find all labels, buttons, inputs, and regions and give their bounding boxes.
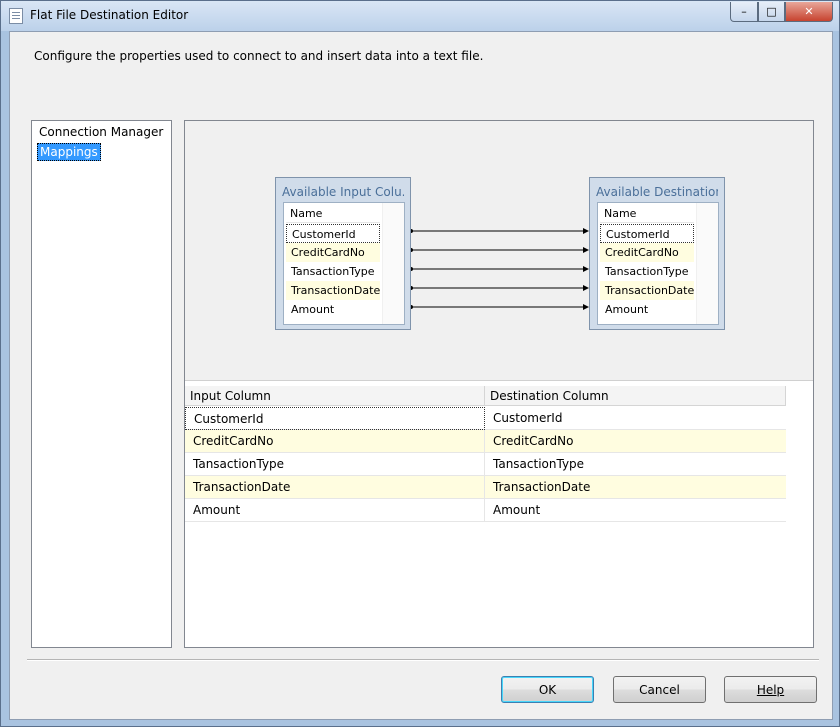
destination-column-item[interactable]: Amount: [600, 300, 694, 319]
input-column-item[interactable]: TransactionDate: [286, 281, 380, 300]
destination-column-item[interactable]: CreditCardNo: [600, 243, 694, 262]
input-box-title: Available Input Colu...: [282, 185, 404, 199]
input-column-item[interactable]: CustomerId: [286, 224, 380, 243]
available-input-columns-box[interactable]: Available Input Colu... Name CustomerId …: [275, 177, 411, 330]
destination-column-item[interactable]: TransactionDate: [600, 281, 694, 300]
help-button[interactable]: Help: [724, 676, 817, 703]
dest-list-scrollbar[interactable]: [696, 203, 718, 324]
mapping-row[interactable]: TansactionType TansactionType: [185, 453, 786, 476]
available-destination-columns-box[interactable]: Available Destination... Name CustomerId…: [589, 177, 725, 330]
destination-column-cell[interactable]: CreditCardNo: [485, 430, 786, 453]
input-column-item[interactable]: CreditCardNo: [286, 243, 380, 262]
dialog-body: Configure the properties used to connect…: [9, 31, 833, 720]
help-button-label: Help: [757, 683, 784, 697]
maximize-icon: □: [766, 5, 776, 18]
document-icon: [9, 8, 23, 24]
nav-item-mappings[interactable]: Mappings: [37, 143, 101, 161]
mapping-diagram[interactable]: Available Input Colu... Name CustomerId …: [185, 121, 813, 381]
ok-button[interactable]: OK: [501, 676, 594, 703]
dest-box-title: Available Destination...: [596, 185, 718, 199]
destination-column-header[interactable]: Destination Column: [485, 386, 786, 406]
title-bar[interactable]: Flat File Destination Editor – □ ✕: [1, 1, 839, 31]
minimize-button[interactable]: –: [730, 2, 758, 22]
description-text: Configure the properties used to connect…: [34, 49, 483, 63]
input-column-header[interactable]: Input Column: [185, 386, 485, 406]
mapping-row[interactable]: CreditCardNo CreditCardNo: [185, 430, 786, 453]
input-column-item[interactable]: TansactionType: [286, 262, 380, 281]
destination-column-cell[interactable]: CustomerId: [485, 407, 786, 430]
input-column-cell[interactable]: TransactionDate: [185, 476, 485, 499]
close-icon: ✕: [804, 5, 813, 18]
input-column-cell[interactable]: CustomerId: [185, 407, 485, 430]
page-navigation-list[interactable]: Connection Manager Mappings: [31, 120, 172, 648]
mappings-panel: Available Input Colu... Name CustomerId …: [184, 120, 814, 648]
maximize-button[interactable]: □: [758, 2, 785, 22]
mapping-row[interactable]: TransactionDate TransactionDate: [185, 476, 786, 499]
destination-column-item[interactable]: TansactionType: [600, 262, 694, 281]
destination-column-cell[interactable]: Amount: [485, 499, 786, 522]
input-column-item[interactable]: Amount: [286, 300, 380, 319]
destination-column-item[interactable]: CustomerId: [600, 224, 694, 243]
nav-item-connection-manager[interactable]: Connection Manager: [37, 124, 165, 140]
dialog-window: Flat File Destination Editor – □ ✕ Confi…: [0, 0, 840, 727]
input-list-header: Name: [286, 205, 380, 223]
input-column-cell[interactable]: Amount: [185, 499, 485, 522]
mapping-grid[interactable]: Input Column Destination Column Customer…: [185, 386, 813, 648]
destination-column-cell[interactable]: TansactionType: [485, 453, 786, 476]
input-column-cell[interactable]: TansactionType: [185, 453, 485, 476]
minimize-icon: –: [741, 5, 747, 18]
dest-list-header: Name: [600, 205, 694, 223]
cancel-button-label: Cancel: [639, 683, 680, 697]
input-column-cell[interactable]: CreditCardNo: [185, 430, 485, 453]
mapping-row[interactable]: CustomerId CustomerId: [185, 407, 786, 430]
window-title: Flat File Destination Editor: [30, 8, 188, 22]
destination-column-list[interactable]: Name CustomerId CreditCardNo TansactionT…: [597, 202, 719, 325]
close-button[interactable]: ✕: [785, 2, 833, 22]
input-list-scrollbar[interactable]: [382, 203, 404, 324]
input-column-list[interactable]: Name CustomerId CreditCardNo TansactionT…: [283, 202, 405, 325]
destination-column-cell[interactable]: TransactionDate: [485, 476, 786, 499]
ok-button-label: OK: [539, 683, 556, 697]
footer-separator: [27, 659, 819, 661]
mapping-row[interactable]: Amount Amount: [185, 499, 786, 522]
cancel-button[interactable]: Cancel: [613, 676, 706, 703]
